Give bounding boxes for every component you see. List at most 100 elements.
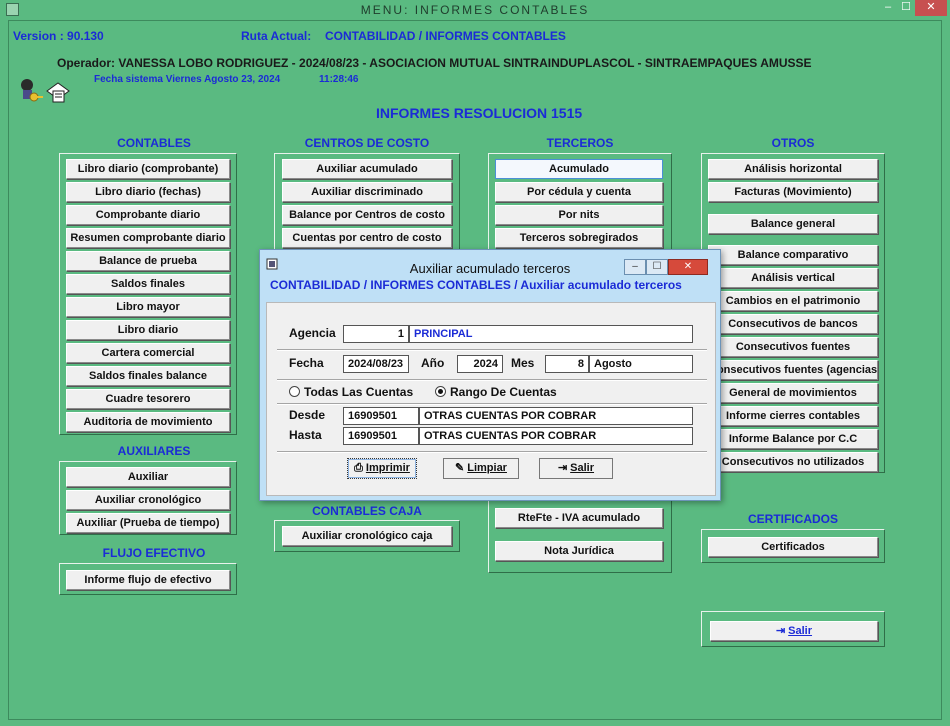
fecha-field[interactable]: 2024/08/23 [343,355,409,373]
dialog-titlebar: Auxiliar acumulado terceros – ☐ ✕ [260,250,720,276]
btn-auxiliar-discriminado[interactable]: Auxiliar discriminado [282,182,452,202]
agencia-name-field[interactable]: PRINCIPAL [409,325,693,343]
btn-cartera-comercial[interactable]: Cartera comercial [66,343,230,363]
fecha-sistema: Fecha sistema Viernes Agosto 23, 2024 [94,74,281,85]
radio-todas-label: Todas Las Cuentas [304,385,414,399]
window-title: MENU: INFORMES CONTABLES [360,3,590,17]
btn-balance-centros-costo[interactable]: Balance por Centros de costo [282,205,452,225]
btn-consecutivos-fuentes-agencias[interactable]: Consecutivos fuentes (agencias) [708,360,878,380]
maximize-button[interactable]: ☐ [897,0,915,16]
btn-terceros-sobregirados[interactable]: Terceros sobregirados [495,228,663,248]
btn-libro-diario-fechas[interactable]: Libro diario (fechas) [66,182,230,202]
btn-saldos-finales[interactable]: Saldos finales [66,274,230,294]
limpiar-label: Limpiar [467,462,507,474]
radio-todas-cuentas[interactable]: Todas Las Cuentas [289,385,413,399]
mes-num-field[interactable]: 8 [545,355,589,373]
desde-name-field[interactable]: OTRAS CUENTAS POR COBRAR [419,407,693,425]
flujo-title: FLUJO EFECTIVO [102,546,206,560]
btn-analisis-vertical[interactable]: Análisis vertical [708,268,878,288]
btn-nota-juridica[interactable]: Nota Jurídica [495,541,663,561]
btn-auxiliar-cronologico-caja[interactable]: Auxiliar cronológico caja [282,526,452,546]
btn-facturas-movimiento[interactable]: Facturas (Movimiento) [708,182,878,202]
minimize-button[interactable]: – [879,0,897,16]
caja-title: CONTABLES CAJA [312,504,422,518]
hasta-label: Hasta [289,428,322,442]
printer-document-icon [46,82,70,103]
fecha-label: Fecha [289,356,324,370]
hora-sistema: 11:28:46 [319,74,359,85]
radio-rango-label: Rango De Cuentas [450,385,557,399]
btn-balance-de-prueba[interactable]: Balance de prueba [66,251,230,271]
btn-libro-mayor[interactable]: Libro mayor [66,297,230,317]
imprimir-button[interactable]: ⎙ Imprimir [347,458,417,479]
version-label: Version : 90.130 [13,29,104,43]
certificados-title: CERTIFICADOS [748,512,838,526]
otros-title: OTROS [771,136,815,150]
btn-resumen-comprobante-diario[interactable]: Resumen comprobante diario [66,228,230,248]
btn-auxiliar-acumulado-cc[interactable]: Auxiliar acumulado [282,159,452,179]
dialog-form: Agencia 1 PRINCIPAL Fecha 2024/08/23 Año… [266,302,716,496]
auxiliar-acumulado-dialog: Auxiliar acumulado terceros – ☐ ✕ CONTAB… [259,249,721,501]
btn-analisis-horizontal[interactable]: Análisis horizontal [708,159,878,179]
salir-dialog-label: Salir [570,462,595,474]
btn-certificados[interactable]: Certificados [708,537,878,557]
ruta-value: CONTABILIDAD / INFORMES CONTABLES [325,29,566,43]
ruta-label: Ruta Actual: [241,29,312,43]
close-button[interactable]: ✕ [915,0,947,16]
limpiar-button[interactable]: ✎ Limpiar [443,458,519,479]
btn-informe-balance-cc[interactable]: Informe Balance por C.C [708,429,878,449]
dialog-maximize-button[interactable]: ☐ [646,259,668,275]
salir-main-button[interactable]: ⇥ Salir [710,621,878,641]
btn-cuadre-tesorero[interactable]: Cuadre tesorero [66,389,230,409]
dialog-minimize-button[interactable]: – [624,259,646,275]
btn-auxiliar-prueba-tiempo[interactable]: Auxiliar (Prueba de tiempo) [66,513,230,533]
btn-libro-diario-comprobante[interactable]: Libro diario (comprobante) [66,159,230,179]
anio-field[interactable]: 2024 [457,355,503,373]
btn-cuentas-centro-costo[interactable]: Cuentas por centro de costo [282,228,452,248]
anio-label: Año [421,356,445,370]
btn-comprobante-diario[interactable]: Comprobante diario [66,205,230,225]
btn-cambios-patrimonio[interactable]: Cambios en el patrimonio [708,291,878,311]
btn-informe-cierres-contables[interactable]: Informe cierres contables [708,406,878,426]
dialog-path: CONTABILIDAD / INFORMES CONTABLES / Auxi… [270,278,682,292]
exit-door-icon: ⇥ [557,462,568,474]
window-titlebar: MENU: INFORMES CONTABLES – ☐ ✕ [0,0,950,20]
btn-terceros-acumulado[interactable]: Acumulado [495,159,663,179]
hasta-name-field[interactable]: OTRAS CUENTAS POR COBRAR [419,427,693,445]
centros-title: CENTROS DE COSTO [304,136,430,150]
btn-balance-comparativo[interactable]: Balance comparativo [708,245,878,265]
btn-consecutivos-no-utilizados[interactable]: Consecutivos no utilizados [708,452,878,472]
radio-circle [289,386,300,397]
printer-icon: ⎙ [354,462,363,474]
agencia-label: Agencia [289,326,336,340]
hasta-code-field[interactable]: 16909501 [343,427,419,445]
btn-por-cedula-cuenta[interactable]: Por cédula y cuenta [495,182,663,202]
btn-auxiliar[interactable]: Auxiliar [66,467,230,487]
btn-saldos-finales-balance[interactable]: Saldos finales balance [66,366,230,386]
btn-rtefte-iva-acumulado[interactable]: RteFte - IVA acumulado [495,508,663,528]
btn-auditoria-de-movimiento[interactable]: Auditoria de movimiento [66,412,230,432]
auxiliares-title: AUXILIARES [117,444,191,458]
mes-name-field[interactable]: Agosto [589,355,693,373]
divider [277,349,707,351]
btn-balance-general[interactable]: Balance general [708,214,878,234]
btn-consecutivos-fuentes[interactable]: Consecutivos fuentes [708,337,878,357]
btn-consecutivos-bancos[interactable]: Consecutivos de bancos [708,314,878,334]
terceros-title: TERCEROS [546,136,614,150]
desde-code-field[interactable]: 16909501 [343,407,419,425]
salir-dialog-button[interactable]: ⇥ Salir [539,458,613,479]
btn-general-movimientos[interactable]: General de movimientos [708,383,878,403]
dialog-close-button[interactable]: ✕ [668,259,708,275]
btn-auxiliar-cronologico[interactable]: Auxiliar cronológico [66,490,230,510]
agencia-code-field[interactable]: 1 [343,325,409,343]
btn-por-nits[interactable]: Por nits [495,205,663,225]
dialog-window-controls: – ☐ ✕ [624,259,714,277]
contables-title: CONTABLES [117,136,191,150]
btn-libro-diario[interactable]: Libro diario [66,320,230,340]
btn-informe-flujo-efectivo[interactable]: Informe flujo de efectivo [66,570,230,590]
operator-keys-icon [21,79,43,102]
imprimir-label: Imprimir [365,462,410,474]
desde-label: Desde [289,408,326,422]
divider [277,451,707,453]
radio-rango-cuentas[interactable]: Rango De Cuentas [435,385,557,399]
